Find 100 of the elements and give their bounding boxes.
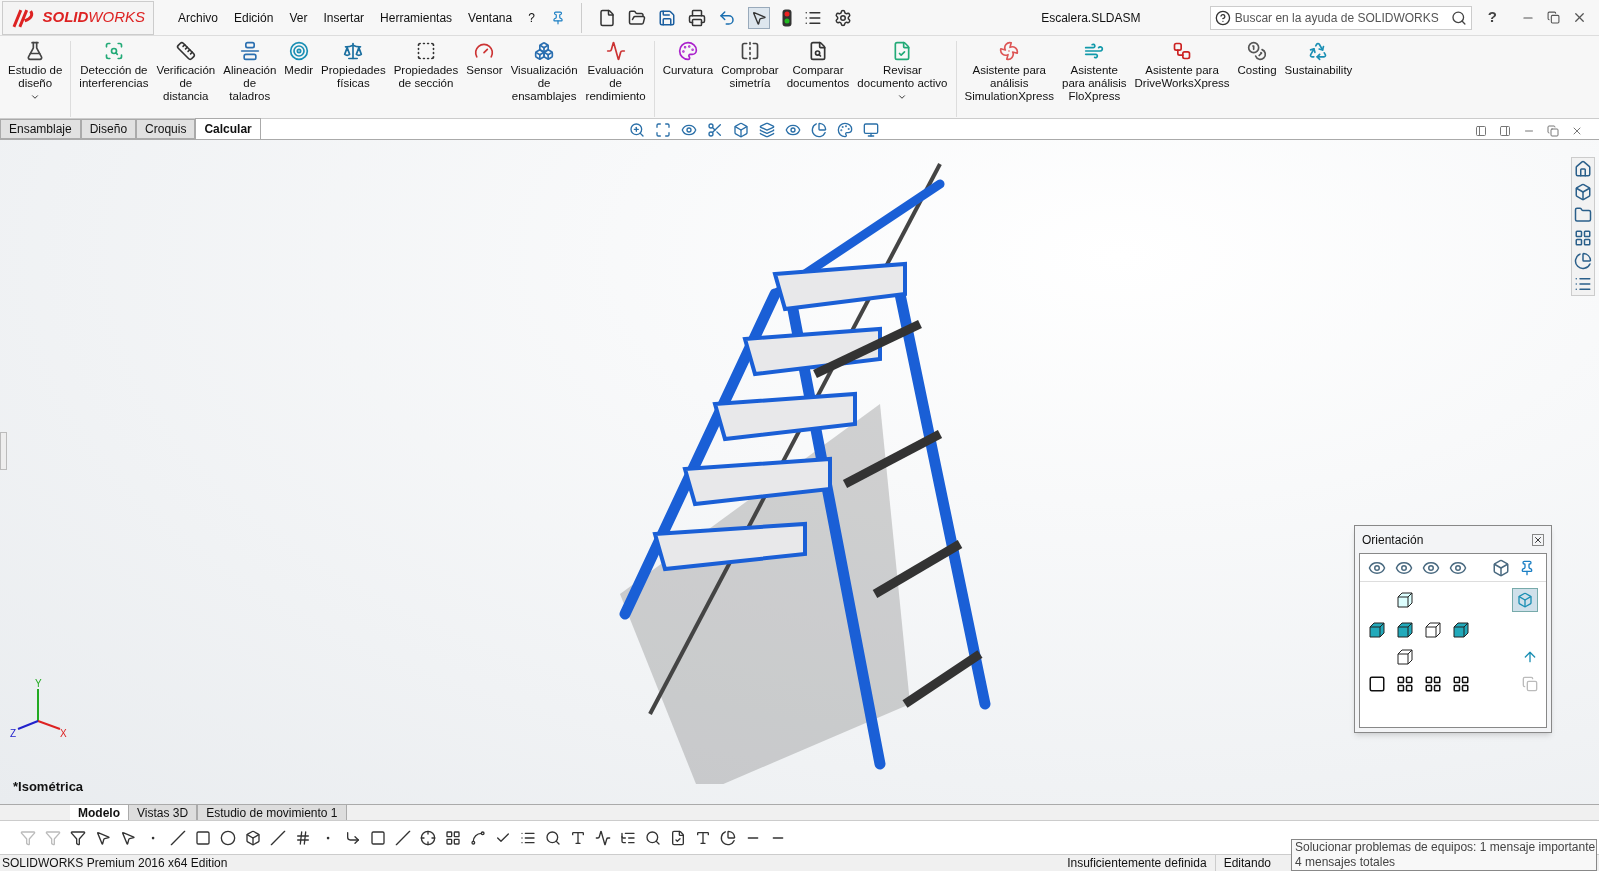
- viewport-four-icon[interactable]: [1452, 675, 1470, 693]
- curve-icon[interactable]: [470, 829, 486, 846]
- grid-icon[interactable]: [295, 829, 311, 846]
- ribbon-button[interactable]: Detección de interferencias: [75, 41, 153, 90]
- line-icon[interactable]: [170, 829, 186, 846]
- filter-icon[interactable]: [70, 829, 86, 846]
- appearance-icon[interactable]: [810, 122, 827, 138]
- restore-icon[interactable]: [1547, 11, 1560, 24]
- square-icon[interactable]: [195, 829, 211, 846]
- cube-icon[interactable]: [1396, 591, 1414, 609]
- menu-item[interactable]: Archivo: [178, 8, 218, 27]
- viewport-single-icon[interactable]: [1368, 675, 1386, 693]
- printer-icon[interactable]: [687, 8, 706, 27]
- ribbon-button[interactable]: Comparar documentos: [782, 41, 854, 90]
- model-tab[interactable]: Estudio de movimiento 1: [197, 805, 347, 820]
- panel-handle[interactable]: [0, 432, 7, 470]
- file-icon[interactable]: [670, 829, 686, 846]
- ribbon-button[interactable]: Verificación de distancia: [152, 41, 220, 103]
- ribbon-button[interactable]: Estudio de diseño: [4, 41, 67, 102]
- cube-icon[interactable]: [1396, 621, 1414, 639]
- menu-item[interactable]: Insertar: [323, 8, 365, 27]
- ribbon-button[interactable]: Visualización de ensamblajes: [506, 41, 582, 103]
- scene-icon[interactable]: [836, 122, 853, 138]
- logo[interactable]: SOLIDWORKS: [2, 0, 154, 35]
- ribbon-button[interactable]: Costing: [1233, 41, 1281, 77]
- new-document-icon[interactable]: [597, 8, 616, 27]
- cube-icon[interactable]: [1396, 648, 1414, 666]
- ribbon-button[interactable]: Asistente para análisis FloXpress: [1058, 41, 1131, 103]
- menu-item[interactable]: Ver: [289, 8, 308, 27]
- ribbon-button[interactable]: Revisar documento activo: [853, 41, 952, 102]
- command-tab[interactable]: Croquis: [136, 119, 196, 139]
- isometric-button[interactable]: [1512, 588, 1538, 612]
- ribbon-button[interactable]: Propiedades físicas: [317, 41, 390, 90]
- close-icon[interactable]: [1572, 10, 1587, 25]
- folder-icon[interactable]: [1574, 206, 1592, 224]
- folder-icon[interactable]: [627, 8, 646, 27]
- search-icon[interactable]: [1450, 9, 1467, 26]
- ribbon-button[interactable]: Propiedades de sección: [389, 41, 463, 90]
- pin-icon[interactable]: [1519, 559, 1535, 576]
- search-field[interactable]: Buscar en la ayuda de SOLIDWORKS: [1209, 5, 1472, 30]
- menu-item[interactable]: Herramientas: [380, 8, 453, 27]
- cube-icon[interactable]: [1574, 183, 1592, 201]
- cursor-icon[interactable]: [95, 829, 111, 846]
- chart-icon[interactable]: [720, 829, 736, 846]
- line-icon[interactable]: [270, 829, 286, 846]
- menu-item[interactable]: ?: [528, 8, 535, 27]
- ribbon-button[interactable]: Alineación de taladros: [219, 41, 281, 103]
- line-icon[interactable]: [395, 829, 411, 846]
- list-icon[interactable]: [1574, 275, 1592, 293]
- text-icon[interactable]: [695, 829, 711, 846]
- cube-icon[interactable]: [1424, 621, 1442, 639]
- crosshair-icon[interactable]: [420, 829, 436, 846]
- wave-icon[interactable]: [595, 829, 611, 846]
- square-icon[interactable]: [370, 829, 386, 846]
- ribbon-button[interactable]: Medir: [280, 41, 318, 77]
- ribbon-button[interactable]: Comprobar simetría: [717, 41, 783, 90]
- pie-icon[interactable]: [1574, 252, 1592, 270]
- visibility-icon[interactable]: [784, 122, 801, 138]
- ribbon-button[interactable]: Asistente para DriveWorksXpress: [1130, 41, 1234, 90]
- close-icon[interactable]: [1532, 534, 1544, 546]
- undo-icon[interactable]: [717, 8, 736, 27]
- save-icon[interactable]: [657, 8, 676, 27]
- cube-icon[interactable]: [245, 829, 261, 846]
- ribbon-button[interactable]: Sensor: [462, 41, 507, 77]
- command-tab[interactable]: Ensamblaje: [0, 119, 81, 139]
- menu-item[interactable]: Ventana: [468, 8, 513, 27]
- text-icon[interactable]: [570, 829, 586, 846]
- panel-icon[interactable]: [1475, 125, 1487, 137]
- model-tab[interactable]: Vistas 3D: [128, 805, 198, 820]
- help-menu-button[interactable]: ?: [1487, 6, 1497, 29]
- monitor-icon[interactable]: [862, 122, 879, 138]
- normal-to-icon[interactable]: [1522, 649, 1538, 665]
- ribbon-button[interactable]: Curvatura: [658, 41, 718, 77]
- section-view-icon[interactable]: [706, 122, 723, 138]
- panel-icon[interactable]: [1499, 125, 1511, 137]
- circle-icon[interactable]: [220, 829, 236, 846]
- ribbon-button[interactable]: Evaluación de rendimiento: [581, 41, 650, 103]
- cursor-icon[interactable]: [120, 829, 136, 846]
- layers-icon[interactable]: [758, 122, 775, 138]
- zoom-area-icon[interactable]: [654, 122, 671, 138]
- menu-item[interactable]: Edición: [234, 8, 274, 27]
- command-tab[interactable]: Calcular: [195, 118, 261, 139]
- command-tab[interactable]: Diseño: [80, 119, 137, 139]
- cube-icon[interactable]: [1452, 621, 1470, 639]
- zoom-icon[interactable]: [628, 122, 645, 138]
- grid-icon[interactable]: [445, 829, 461, 846]
- search-icon[interactable]: [645, 829, 661, 846]
- traffic-light-icon[interactable]: [781, 8, 792, 27]
- settings-icon[interactable]: [833, 8, 852, 27]
- cube-icon: [1517, 592, 1533, 608]
- pin-icon[interactable]: [550, 10, 565, 25]
- model-tab[interactable]: Modelo: [70, 805, 128, 820]
- ribbon-button[interactable]: Sustainability: [1280, 41, 1357, 77]
- search-icon[interactable]: [545, 829, 561, 846]
- eye-icon[interactable]: [680, 122, 697, 138]
- cube-icon[interactable]: [1368, 621, 1386, 639]
- select-button[interactable]: [747, 6, 770, 29]
- ribbon-button[interactable]: Asistente para análisis SimulationXpress: [960, 41, 1058, 103]
- home-icon[interactable]: [1574, 160, 1592, 178]
- grid-icon[interactable]: [1574, 229, 1592, 247]
